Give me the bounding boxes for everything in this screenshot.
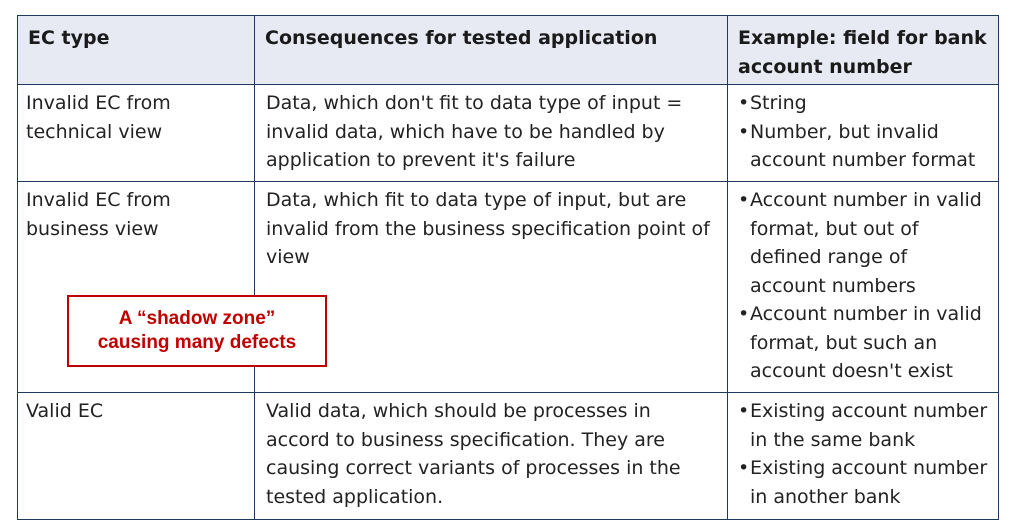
example-list: Existing account number in the same bank… <box>738 397 988 511</box>
header-consequences: Consequences for tested application <box>254 15 728 85</box>
callout-line-1: A “shadow zone” <box>118 308 276 329</box>
list-item: Account number in valid format, but out … <box>738 186 988 300</box>
table-row: Invalid EC from technical view Data, whi… <box>17 84 999 182</box>
callout-line-2: causing many defects <box>97 332 297 353</box>
ec-type-cell: Invalid EC from technical view <box>17 84 255 182</box>
list-item: Account number in valid format, but such… <box>738 300 988 386</box>
shadow-zone-callout: A “shadow zone” causing many defects <box>67 295 327 367</box>
ec-table: EC type Consequences for tested applicat… <box>17 15 999 520</box>
example-cell: String Number, but invalid account numbe… <box>727 84 999 182</box>
header-example: Example: field for bank account number <box>727 15 999 85</box>
consequence-cell: Valid data, which should be processes in… <box>254 392 728 520</box>
list-item: Existing account number in another bank <box>738 454 988 511</box>
ec-type-cell: Valid EC <box>17 392 255 520</box>
example-list: Account number in valid format, but out … <box>738 186 988 386</box>
consequence-cell: Data, which don't fit to data type of in… <box>254 84 728 182</box>
list-item: Existing account number in the same bank <box>738 397 988 454</box>
list-item: String <box>738 89 988 118</box>
example-cell: Existing account number in the same bank… <box>727 392 999 520</box>
table-row: Valid EC Valid data, which should be pro… <box>17 392 999 520</box>
example-list: String Number, but invalid account numbe… <box>738 89 988 175</box>
example-cell: Account number in valid format, but out … <box>727 181 999 393</box>
header-ec-type: EC type <box>17 15 255 85</box>
header-row: EC type Consequences for tested applicat… <box>17 15 999 85</box>
list-item: Number, but invalid account number forma… <box>738 118 988 175</box>
